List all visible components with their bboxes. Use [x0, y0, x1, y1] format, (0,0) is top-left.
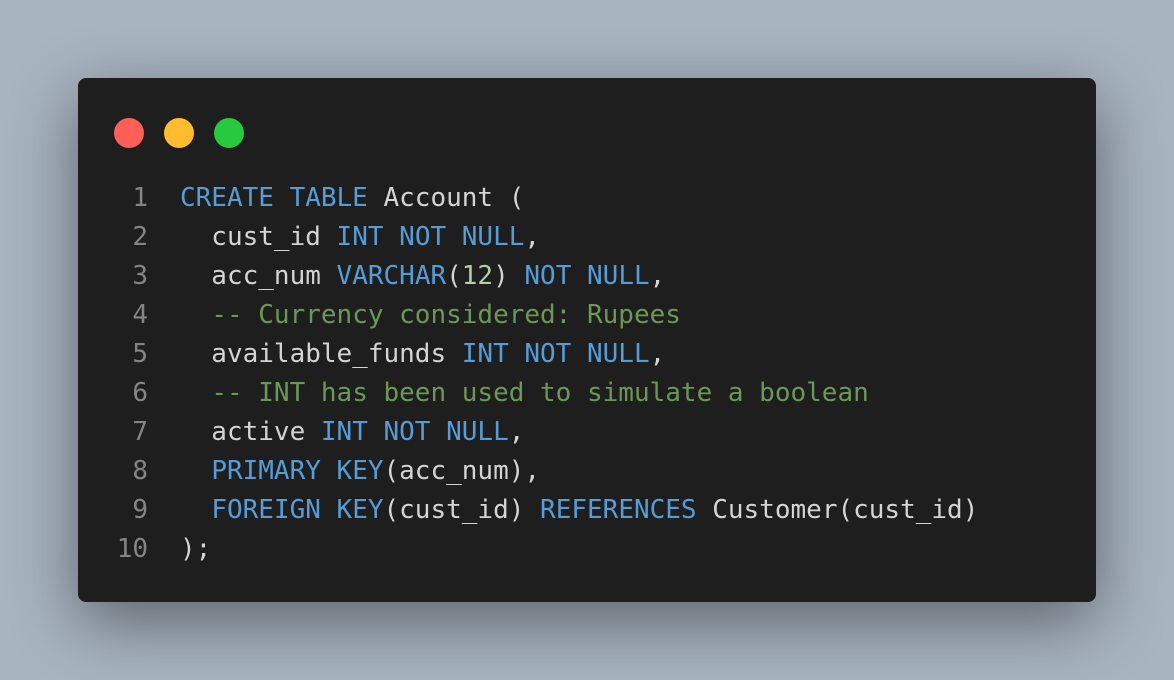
line-number: 8 — [132, 456, 148, 486]
line-source: PRIMARY KEY(acc_num), — [180, 452, 540, 491]
code-token-keyword: CREATE TABLE — [180, 183, 368, 213]
code-token-plain: ( — [446, 261, 462, 291]
line-number: 10 — [116, 534, 148, 564]
code-token-plain: Customer(cust_id) — [696, 495, 979, 525]
maximize-dot-icon[interactable] — [214, 118, 244, 148]
code-block[interactable]: 1 CREATE TABLE Account (2 cust_id INT NOT… — [78, 179, 979, 569]
code-line: 10); — [78, 530, 978, 569]
line-number: 3 — [132, 261, 148, 291]
code-token-comment: -- INT has been used to simulate a boole… — [211, 378, 869, 408]
code-token-keyword: FOREIGN KEY — [211, 495, 384, 525]
minimize-dot-icon[interactable] — [164, 118, 194, 148]
line-number: 2 — [132, 222, 148, 252]
line-number: 9 — [132, 495, 148, 525]
code-line: 2 cust_id INT NOT NULL, — [78, 218, 978, 257]
code-token-plain: (cust_id) — [383, 495, 541, 525]
code-token-plain: (acc_num), — [383, 456, 541, 486]
code-token-plain: Account ( — [367, 183, 525, 213]
code-token-keyword: INT NOT NULL — [461, 339, 650, 369]
code-token-plain: cust_id — [180, 222, 337, 252]
code-token-plain: , — [649, 261, 666, 291]
code-token-keyword: VARCHAR — [336, 261, 447, 291]
code-token-comment: -- Currency considered: Rupees — [211, 300, 681, 330]
code-line: 7 active INT NOT NULL, — [78, 413, 978, 452]
code-line: 8 PRIMARY KEY(acc_num), — [78, 452, 978, 491]
code-line: 1 CREATE TABLE Account ( — [78, 179, 978, 218]
line-source: CREATE TABLE Account ( — [180, 179, 524, 218]
line-source: acc_num VARCHAR(12) NOT NULL, — [180, 257, 665, 296]
line-number: 5 — [132, 339, 148, 369]
code-token-plain: , — [649, 339, 666, 369]
line-source: -- Currency considered: Rupees — [180, 296, 681, 335]
line-source: cust_id INT NOT NULL, — [180, 218, 540, 257]
code-line: 9 FOREIGN KEY(cust_id) REFERENCES Custom… — [78, 491, 978, 530]
code-line: 6 -- INT has been used to simulate a boo… — [78, 374, 978, 413]
code-token-keyword: INT NOT NULL — [336, 222, 525, 252]
code-line: 5 available_funds INT NOT NULL, — [78, 335, 978, 374]
line-source: -- INT has been used to simulate a boole… — [180, 374, 869, 413]
code-token-plain: ) — [493, 261, 525, 291]
line-source: ); — [180, 530, 211, 569]
code-token-number: 12 — [461, 261, 494, 291]
code-token-keyword: INT NOT NULL — [320, 417, 509, 447]
code-token-keyword: REFERENCES — [540, 495, 697, 525]
code-line: 4 -- Currency considered: Rupees — [78, 296, 978, 335]
code-token-plain: acc_num — [180, 261, 337, 291]
code-token-plain: available_funds — [180, 339, 462, 369]
code-window: 1 CREATE TABLE Account (2 cust_id INT NOT… — [78, 78, 1096, 602]
line-number: 1 — [132, 183, 148, 213]
line-source: active INT NOT NULL, — [180, 413, 524, 452]
code-line: 3 acc_num VARCHAR(12) NOT NULL, — [78, 257, 978, 296]
code-token-plain: , — [508, 417, 525, 447]
line-source: available_funds INT NOT NULL, — [180, 335, 665, 374]
code-token-keyword: PRIMARY KEY — [211, 456, 384, 486]
line-number: 6 — [132, 378, 148, 408]
line-number: 4 — [132, 300, 148, 330]
code-token-plain: , — [524, 222, 541, 252]
code-token-plain: ); — [180, 534, 212, 564]
code-token-plain: active — [180, 417, 321, 447]
line-number: 7 — [132, 417, 148, 447]
window-controls — [114, 118, 264, 148]
close-dot-icon[interactable] — [114, 118, 144, 148]
code-token-keyword: NOT NULL — [524, 261, 650, 291]
line-source: FOREIGN KEY(cust_id) REFERENCES Customer… — [180, 491, 978, 530]
